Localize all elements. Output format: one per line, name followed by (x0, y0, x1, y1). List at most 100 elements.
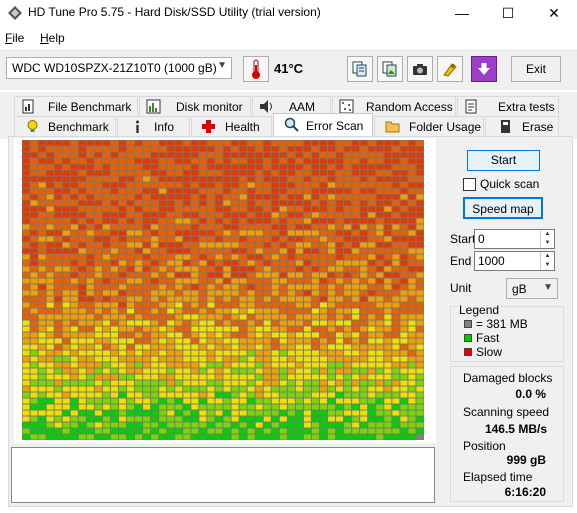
scan-block (151, 242, 159, 248)
scan-block (303, 260, 311, 266)
scan-block (376, 374, 384, 380)
scan-block (416, 326, 424, 332)
tab-file-benchmark[interactable]: File Benchmark (14, 96, 138, 116)
scan-block (22, 404, 30, 410)
scan-block (384, 290, 392, 296)
thermometer-icon[interactable] (243, 56, 269, 82)
spin-down-icon[interactable]: ▼ (541, 261, 554, 270)
close-button[interactable]: ✕ (531, 0, 577, 26)
scan-block (159, 230, 167, 236)
end-spinner[interactable]: 1000 ▲ ▼ (474, 251, 555, 271)
scan-block (183, 338, 191, 344)
scan-block (175, 152, 183, 158)
scan-block (215, 350, 223, 356)
scan-block (392, 368, 400, 374)
scan-block (360, 314, 368, 320)
tab-extra-tests[interactable]: Extra tests (457, 96, 559, 116)
scan-block (360, 212, 368, 218)
scan-block (183, 398, 191, 404)
menu-help[interactable]: Help (40, 31, 65, 45)
scan-block (191, 188, 199, 194)
spin-down-icon[interactable]: ▼ (541, 239, 554, 248)
scan-block (247, 362, 255, 368)
scan-block (231, 242, 239, 248)
tab-error-scan[interactable]: Error Scan (273, 113, 373, 136)
scan-block (207, 176, 215, 182)
scan-block (38, 428, 46, 434)
scan-block (135, 182, 143, 188)
scan-block (86, 188, 94, 194)
scan-block (255, 302, 263, 308)
scan-block (151, 362, 159, 368)
scan-block (247, 350, 255, 356)
tab-benchmark[interactable]: Benchmark (14, 116, 116, 136)
scan-block (143, 434, 151, 440)
scan-block (30, 164, 38, 170)
options-icon[interactable] (437, 56, 463, 82)
save-icon[interactable] (471, 56, 497, 82)
scan-block (191, 158, 199, 164)
scan-block (295, 428, 303, 434)
scan-block (54, 194, 62, 200)
scan-block (360, 326, 368, 332)
tab-health[interactable]: Health (191, 116, 272, 136)
scan-block (86, 152, 94, 158)
scan-block (311, 188, 319, 194)
scan-block (94, 380, 102, 386)
spin-up-icon[interactable]: ▲ (541, 252, 554, 261)
menu-file[interactable]: File (5, 31, 24, 45)
scan-block (118, 242, 127, 248)
scan-block (62, 302, 70, 308)
scan-block (295, 332, 303, 338)
maximize-button[interactable]: ☐ (485, 0, 531, 26)
scan-block (344, 404, 352, 410)
scan-block (263, 332, 271, 338)
scan-block (167, 200, 175, 206)
scan-block (86, 302, 94, 308)
drive-select[interactable]: WDC WD10SPZX-21Z10T0 (1000 gB) ▼ (6, 57, 232, 79)
scan-block (127, 374, 135, 380)
scan-block (62, 362, 70, 368)
scan-block (110, 176, 118, 182)
scan-block (344, 296, 352, 302)
scan-block (207, 320, 215, 326)
scan-block (392, 272, 400, 278)
error-log-box[interactable] (11, 447, 435, 503)
start-spinner[interactable]: 0 ▲ ▼ (474, 229, 555, 249)
quick-scan-box[interactable] (463, 178, 476, 191)
scan-block (30, 218, 38, 224)
scan-block (352, 236, 360, 242)
minimize-button[interactable]: — (439, 0, 485, 26)
tab-disk-monitor[interactable]: Disk monitor (139, 96, 251, 116)
scan-block (408, 434, 416, 440)
scan-block (30, 404, 38, 410)
speed-map-button[interactable]: Speed map (463, 197, 543, 219)
exit-button[interactable]: Exit (511, 56, 561, 82)
tab-erase[interactable]: Erase (485, 116, 559, 136)
scan-block (46, 368, 54, 374)
scan-block (360, 344, 368, 350)
scan-block (352, 284, 360, 290)
scan-block (303, 398, 311, 404)
start-button[interactable]: Start (467, 150, 540, 171)
scan-block (38, 350, 46, 356)
scan-block (38, 302, 46, 308)
unit-select[interactable]: gB ▼ (506, 278, 558, 299)
scan-block (151, 290, 159, 296)
scan-block (400, 410, 408, 416)
spin-up-icon[interactable]: ▲ (541, 230, 554, 239)
scan-block (368, 434, 376, 440)
extra-tests-icon (465, 99, 477, 114)
copy-image-icon[interactable] (377, 56, 403, 82)
scan-block (54, 170, 62, 176)
scan-block (30, 242, 38, 248)
copy-text-icon[interactable] (347, 56, 373, 82)
screenshot-camera-icon[interactable] (407, 56, 433, 82)
scan-block (207, 182, 215, 188)
scan-block (159, 356, 167, 362)
scan-block (102, 212, 110, 218)
scan-block (151, 434, 159, 440)
scan-block (38, 344, 46, 350)
tab-folder-usage[interactable]: Folder Usage (374, 116, 484, 136)
tab-info[interactable]: Info (117, 116, 190, 136)
